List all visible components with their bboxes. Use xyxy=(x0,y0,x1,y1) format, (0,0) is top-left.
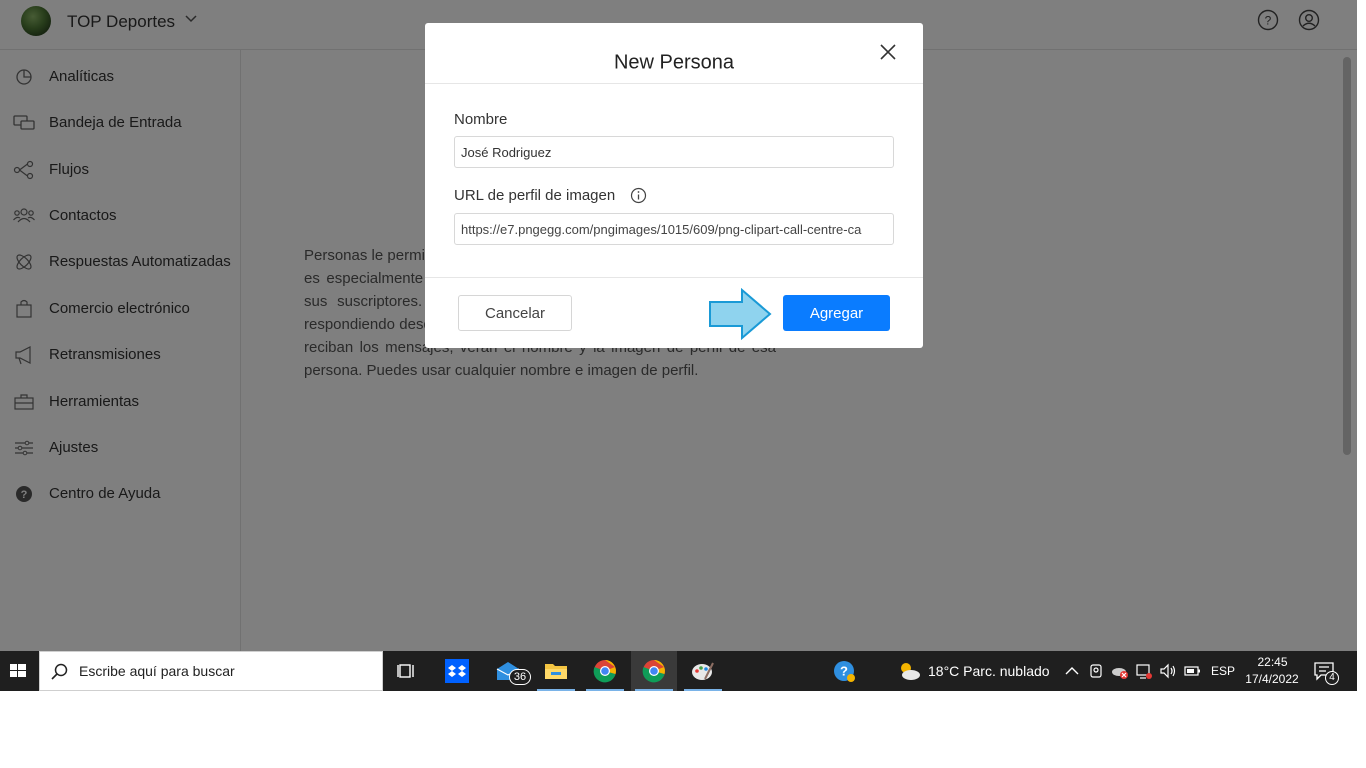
blank-area xyxy=(0,691,1366,768)
divider xyxy=(425,83,923,84)
image-url-label: URL de perfil de imagen xyxy=(454,187,616,204)
dialog-title: New Persona xyxy=(613,51,735,74)
chevron-up-icon[interactable] xyxy=(1063,662,1081,680)
onedrive-error-icon[interactable] xyxy=(1111,662,1129,680)
partly-cloudy-icon[interactable] xyxy=(897,660,921,682)
folder-icon xyxy=(545,664,567,679)
windows-start-icon[interactable] xyxy=(0,651,38,691)
cancel-button[interactable]: Cancelar xyxy=(458,295,572,331)
info-icon[interactable] xyxy=(630,187,647,204)
task-view-button[interactable] xyxy=(384,651,430,691)
taskbar-dropbox[interactable] xyxy=(434,651,480,691)
pointer-arrow-icon xyxy=(709,288,772,340)
search-icon xyxy=(51,663,68,680)
clock-date[interactable]: 17/4/2022 xyxy=(1240,672,1304,686)
input-language[interactable]: ESP xyxy=(1211,664,1235,678)
paint-palette-icon xyxy=(692,662,714,680)
windows-taskbar: Escribe aquí para buscar 36 ? 18°C Parc.… xyxy=(0,651,1357,691)
help-app-icon[interactable]: ? xyxy=(832,659,856,683)
taskbar-chrome-2[interactable] xyxy=(631,651,677,691)
volume-icon[interactable] xyxy=(1159,662,1177,680)
taskbar-search[interactable]: Escribe aquí para buscar xyxy=(39,651,383,691)
app-window: TOP Deportes ? Analíticas Bandeja de Ent… xyxy=(0,0,1357,651)
notification-count: 4 xyxy=(1325,671,1339,685)
chrome-icon xyxy=(642,660,665,683)
mail-badge: 36 xyxy=(509,669,531,685)
name-label: Nombre xyxy=(454,111,508,128)
search-placeholder: Escribe aquí para buscar xyxy=(79,663,235,679)
taskbar-chrome-1[interactable] xyxy=(582,651,628,691)
webcam-icon[interactable] xyxy=(1087,662,1105,680)
svg-text:?: ? xyxy=(840,664,848,679)
add-button[interactable]: Agregar xyxy=(783,295,890,331)
weather-text[interactable]: 18°C Parc. nublado xyxy=(928,663,1050,679)
clock-time[interactable]: 22:45 xyxy=(1245,655,1300,669)
image-url-input[interactable] xyxy=(454,213,894,245)
taskbar-file-explorer[interactable] xyxy=(533,651,579,691)
dropbox-icon xyxy=(445,659,469,683)
chrome-icon xyxy=(593,660,616,683)
new-persona-dialog: New Persona Nombre URL de perfil de imag… xyxy=(425,23,923,348)
taskbar-paint[interactable] xyxy=(680,651,726,691)
name-input[interactable] xyxy=(454,136,894,168)
network-icon[interactable] xyxy=(1135,662,1153,680)
close-icon[interactable] xyxy=(878,42,898,62)
task-view-icon xyxy=(397,664,414,678)
divider xyxy=(425,277,923,278)
window-edge xyxy=(1357,0,1366,691)
battery-icon[interactable] xyxy=(1183,662,1201,680)
